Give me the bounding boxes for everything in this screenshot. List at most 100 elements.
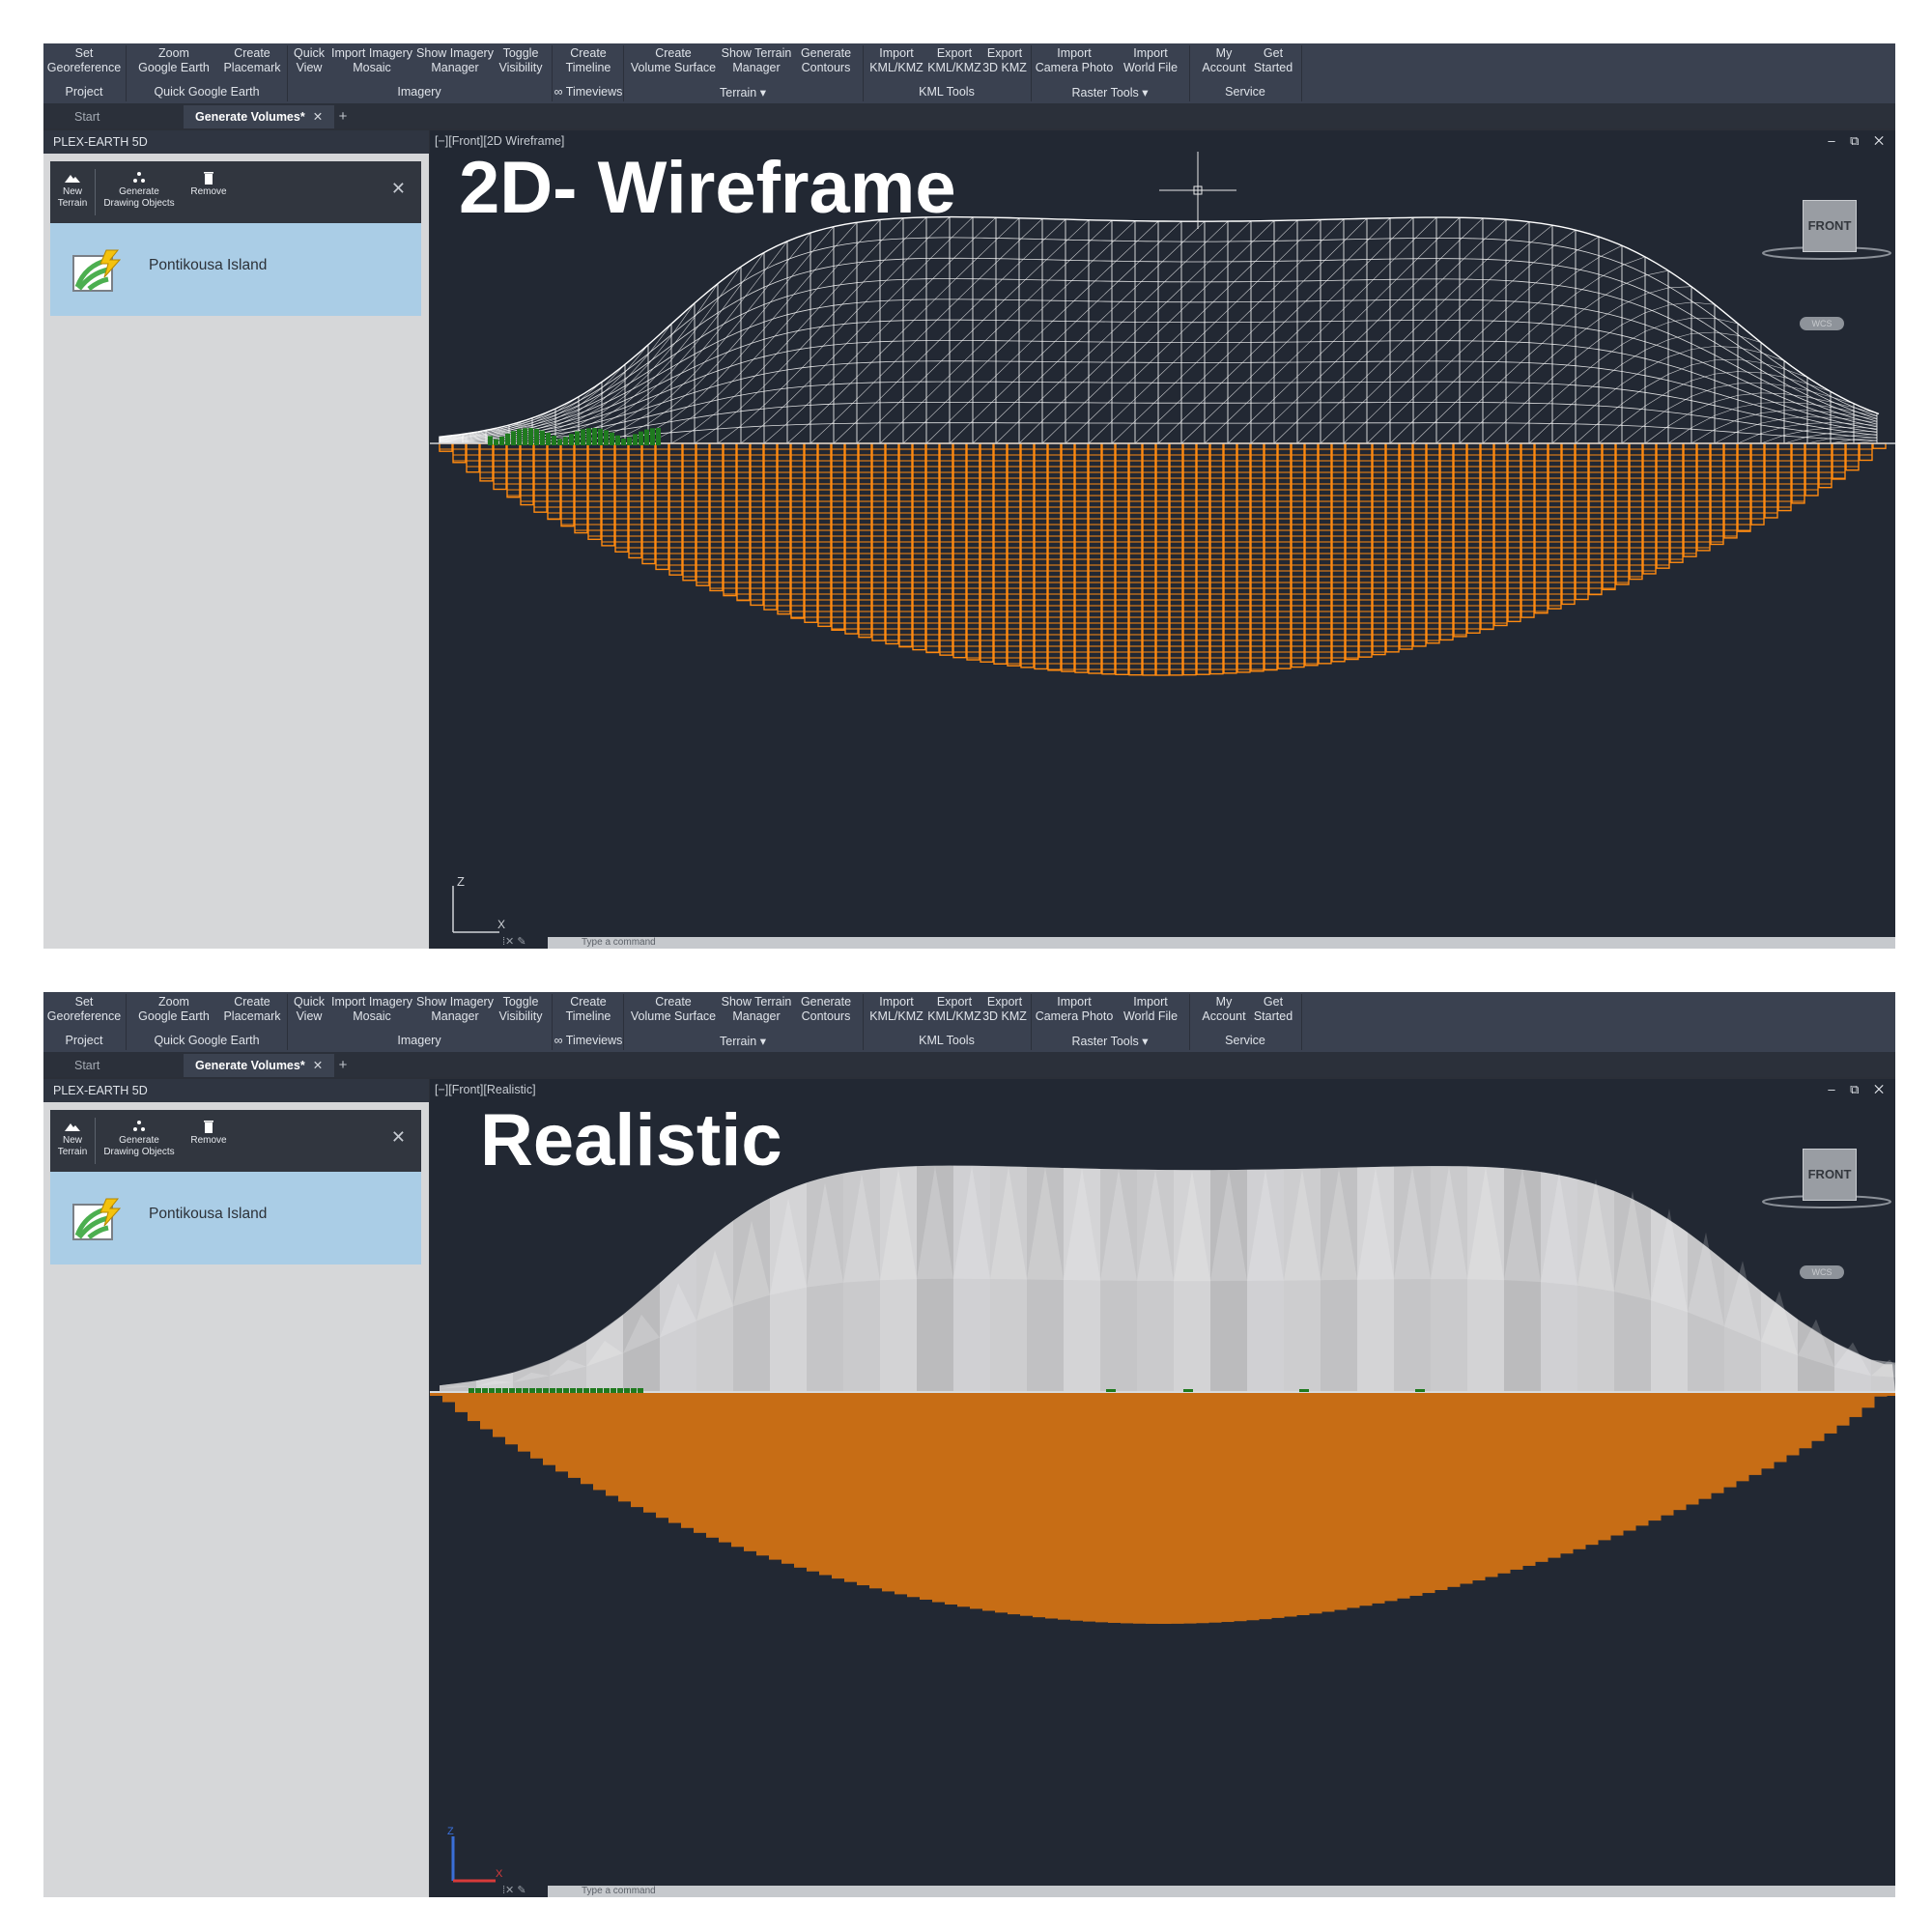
window-controls[interactable]: – ⧉ ✕ [1828, 133, 1889, 149]
wcs-menu[interactable]: WCS [1800, 317, 1844, 330]
mesh-diagonal [1366, 307, 1391, 331]
mesh-diagonal [1667, 364, 1692, 375]
tab-start[interactable]: Start [63, 1054, 111, 1077]
tab-generate-volumes[interactable]: Generate Volumes* ✕ [184, 1054, 335, 1077]
get-started-button[interactable]: Get Started [1251, 995, 1295, 1024]
close-icon[interactable]: ✕ [391, 179, 406, 199]
show-imagery-manager-button[interactable]: Show Imagery Manager [416, 995, 494, 1024]
my-account-button[interactable]: My Account [1199, 995, 1249, 1024]
group-label-raster-tools[interactable]: Raster Tools ▾ [1033, 85, 1187, 99]
set-georeference-button[interactable]: Set Georeference [45, 46, 123, 75]
import-imagery-mosaic-button[interactable]: Import Imagery Mosaic [329, 46, 414, 75]
mesh-diagonal [925, 353, 951, 376]
command-input[interactable]: Type a command [582, 1886, 656, 1897]
mesh-diagonal [1320, 241, 1345, 265]
import-kml-button[interactable]: Import KML/KMZ [868, 995, 924, 1024]
volume-step [1058, 1392, 1071, 1620]
toggle-visibility-button[interactable]: Toggle Visibility [494, 995, 548, 1024]
command-line[interactable]: Type a command [548, 1886, 1895, 1897]
create-timeline-button[interactable]: Create Timeline [557, 995, 619, 1024]
command-line-icons[interactable]: ⁞✕ ✎ [502, 1884, 526, 1896]
mesh-diagonal [1667, 412, 1692, 427]
vegetation-patch [597, 1388, 603, 1393]
create-volume-surface-button[interactable]: Create Volume Surface [629, 46, 718, 75]
generate-drawing-objects-button[interactable]: Generate Drawing Objects [100, 169, 178, 210]
import-imagery-mosaic-button[interactable]: Import Imagery Mosaic [329, 995, 414, 1024]
generate-contours-button[interactable]: Generate Contours [795, 995, 857, 1024]
mesh-diagonal [1737, 433, 1762, 444]
group-label-terrain[interactable]: Terrain ▾ [627, 85, 859, 99]
mesh-diagonal [879, 375, 904, 399]
mesh-diagonal [763, 383, 788, 406]
import-world-file-button[interactable]: Import World File [1118, 46, 1183, 75]
new-terrain-button[interactable]: New Terrain [54, 169, 91, 210]
group-label-timeviews[interactable]: ∞ Timeviews [554, 85, 623, 99]
group-label-terrain[interactable]: Terrain ▾ [627, 1034, 859, 1048]
command-line-icons[interactable]: ⁞✕ ✎ [502, 935, 526, 948]
remove-button[interactable]: Remove [185, 1118, 232, 1147]
volume-step [1573, 1392, 1586, 1549]
mesh-diagonal [1088, 265, 1113, 288]
mesh-diagonal [1412, 398, 1437, 421]
show-terrain-manager-button[interactable]: Show Terrain Manager [720, 995, 793, 1024]
mesh-diagonal [1343, 375, 1368, 399]
close-icon[interactable]: ✕ [391, 1127, 406, 1148]
mesh-diagonal [1482, 330, 1507, 354]
import-kml-button[interactable]: Import KML/KMZ [868, 46, 924, 75]
vegetation-patch [617, 1388, 623, 1393]
remove-button[interactable]: Remove [185, 169, 232, 198]
window-controls[interactable]: – ⧉ ✕ [1828, 1082, 1889, 1097]
group-label-raster-tools[interactable]: Raster Tools ▾ [1033, 1034, 1187, 1048]
create-timeline-button[interactable]: Create Timeline [557, 46, 619, 75]
show-terrain-manager-button[interactable]: Show Terrain Manager [720, 46, 793, 75]
generate-contours-button[interactable]: Generate Contours [795, 46, 857, 75]
mesh-diagonal [949, 375, 974, 399]
set-georeference-button[interactable]: Set Georeference [45, 995, 123, 1024]
import-world-file-button[interactable]: Import World File [1118, 995, 1183, 1024]
create-placemark-button[interactable]: Create Placemark [219, 995, 285, 1024]
my-account-button[interactable]: My Account [1199, 46, 1249, 75]
project-list-item[interactable]: Pontikousa Island [50, 1172, 421, 1264]
mesh-diagonal [1575, 277, 1600, 295]
show-imagery-manager-button[interactable]: Show Imagery Manager [416, 46, 494, 75]
create-volume-surface-button[interactable]: Create Volume Surface [629, 995, 718, 1024]
quick-view-button[interactable]: Quick View [291, 46, 327, 75]
volume-step [1008, 1392, 1021, 1615]
command-line[interactable]: Type a command [548, 937, 1895, 949]
drawing-viewport[interactable]: [−][Front][Realistic] – ⧉ ✕ Realistic FR… [430, 1079, 1895, 1897]
vegetation-patch [575, 431, 580, 445]
generate-drawing-objects-button[interactable]: Generate Drawing Objects [100, 1118, 178, 1158]
group-label-timeviews[interactable]: ∞ Timeviews [554, 1034, 623, 1047]
drawing-viewport[interactable]: [−][Front][2D Wireframe] – ⧉ ✕ 2D- Wiref… [430, 130, 1895, 949]
zoom-google-earth-button[interactable]: Zoom Google Earth [132, 995, 215, 1024]
quick-view-button[interactable]: Quick View [291, 995, 327, 1024]
new-tab-button[interactable]: + [329, 105, 356, 128]
mesh-diagonal [810, 378, 835, 402]
mesh-diagonal [1459, 217, 1484, 241]
create-placemark-button[interactable]: Create Placemark [219, 46, 285, 75]
mesh-diagonal [1227, 376, 1252, 400]
import-camera-photo-button[interactable]: Import Camera Photo [1035, 46, 1114, 75]
get-started-button[interactable]: Get Started [1251, 46, 1295, 75]
tab-generate-volumes[interactable]: Generate Volumes* ✕ [184, 105, 335, 128]
new-terrain-button[interactable]: New Terrain [54, 1118, 91, 1158]
new-tab-button[interactable]: + [329, 1054, 356, 1077]
viewport-controls-label[interactable]: [−][Front][Realistic] [435, 1083, 536, 1096]
mesh-diagonal [1505, 221, 1530, 242]
export-kml-button[interactable]: Export KML/KMZ [926, 995, 982, 1024]
export-3d-kmz-button[interactable]: Export 3D KMZ [982, 46, 1027, 75]
export-3d-kmz-button[interactable]: Export 3D KMZ [982, 995, 1027, 1024]
project-list-item[interactable]: Pontikousa Island [50, 223, 421, 316]
viewcube-front-face[interactable]: FRONT [1803, 1149, 1857, 1201]
export-kml-button[interactable]: Export KML/KMZ [926, 46, 982, 75]
vegetation-patch [650, 428, 655, 445]
viewcube-front-face[interactable]: FRONT [1803, 200, 1857, 252]
toggle-visibility-button[interactable]: Toggle Visibility [494, 46, 548, 75]
import-camera-photo-button[interactable]: Import Camera Photo [1035, 995, 1114, 1024]
close-icon[interactable]: ✕ [313, 110, 323, 124]
zoom-google-earth-button[interactable]: Zoom Google Earth [132, 46, 215, 75]
wcs-menu[interactable]: WCS [1800, 1265, 1844, 1279]
command-input[interactable]: Type a command [582, 937, 656, 949]
tab-start[interactable]: Start [63, 105, 111, 128]
close-icon[interactable]: ✕ [313, 1059, 323, 1072]
